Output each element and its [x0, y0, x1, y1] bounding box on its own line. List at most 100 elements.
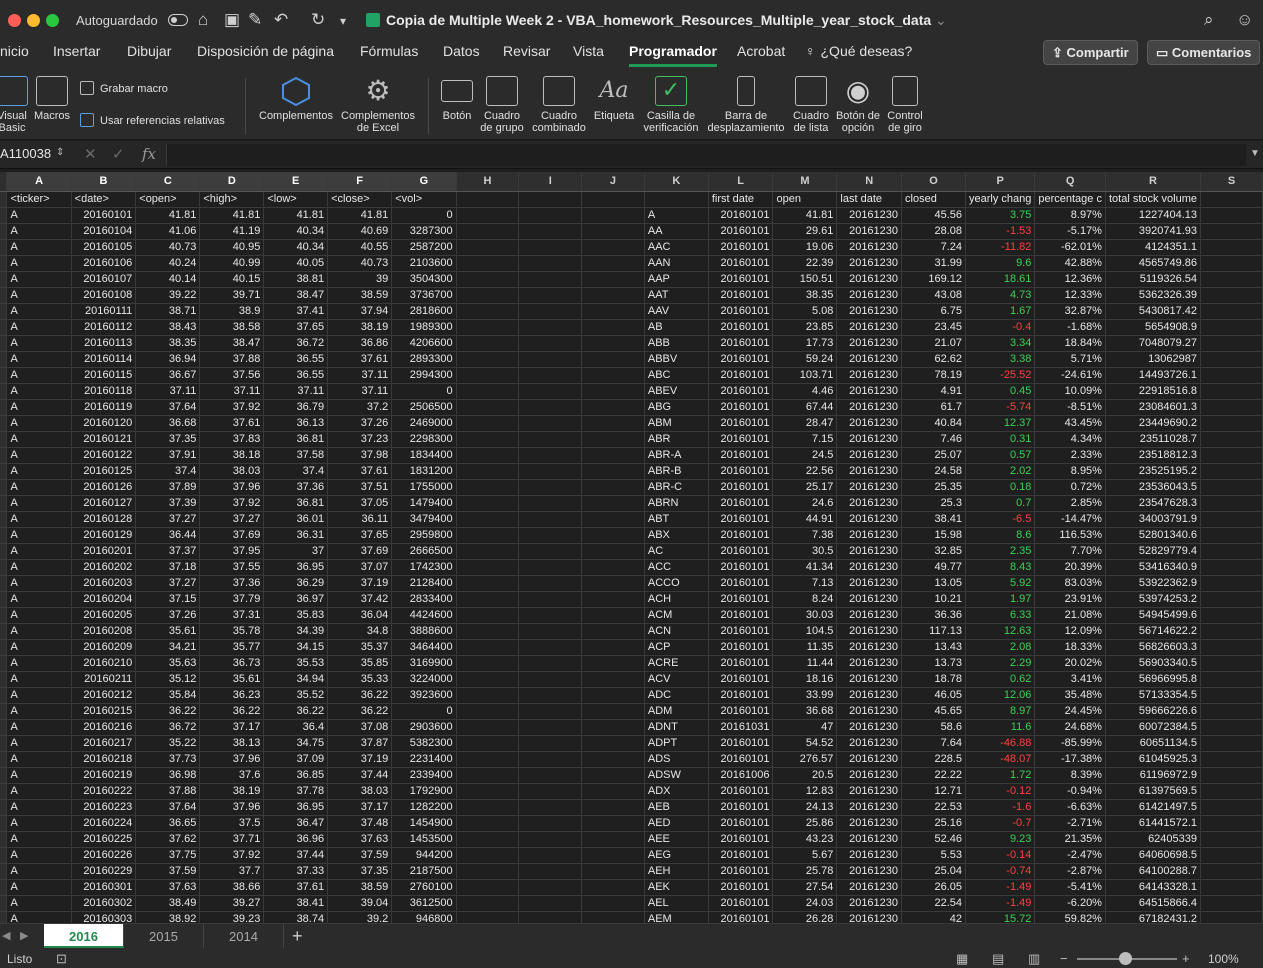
cell[interactable]: AEE: [644, 831, 709, 848]
tab-dibujar[interactable]: Dibujar: [127, 43, 171, 59]
column-header-f[interactable]: F: [327, 172, 393, 192]
cell[interactable]: 20160101: [708, 511, 774, 528]
cell[interactable]: 5382300: [391, 735, 457, 752]
cell[interactable]: 8.43: [965, 559, 1036, 576]
cell[interactable]: [456, 879, 520, 896]
cell[interactable]: [1200, 495, 1263, 512]
cell[interactable]: 24.68%: [1034, 719, 1106, 736]
cell[interactable]: ADS: [644, 751, 709, 768]
cell[interactable]: 28.08: [901, 223, 966, 240]
row-header[interactable]: [0, 607, 8, 624]
cell[interactable]: 0.31: [965, 431, 1036, 448]
cell[interactable]: 26.05: [901, 879, 966, 896]
cell[interactable]: 36.04: [327, 607, 393, 624]
cell[interactable]: 5654908.9: [1105, 319, 1202, 336]
cell[interactable]: 20160101: [708, 223, 774, 240]
cell[interactable]: 33.99: [772, 687, 838, 704]
cell[interactable]: 36.81: [263, 431, 329, 448]
cell[interactable]: 20161230: [836, 479, 903, 496]
cell[interactable]: [456, 575, 520, 592]
cell[interactable]: 37.39: [135, 495, 201, 512]
cell[interactable]: 60072384.5: [1105, 719, 1202, 736]
cell[interactable]: 3224000: [391, 671, 457, 688]
cell[interactable]: 38.58: [199, 319, 265, 336]
cell[interactable]: <vol>: [391, 191, 457, 208]
sheet-tab-2014[interactable]: 2014: [204, 924, 284, 948]
row-header[interactable]: [0, 639, 8, 656]
cell[interactable]: 4.34%: [1034, 431, 1106, 448]
cell[interactable]: 117.13: [901, 623, 966, 640]
row-header[interactable]: [0, 431, 8, 448]
cell[interactable]: 35.78: [199, 623, 265, 640]
cell[interactable]: 56903340.5: [1105, 655, 1202, 672]
cell[interactable]: 4565749.86: [1105, 255, 1202, 272]
cell[interactable]: 41.81: [263, 207, 329, 224]
cell[interactable]: 60651134.5: [1105, 735, 1202, 752]
cell[interactable]: 24.58: [901, 463, 966, 480]
cell[interactable]: 20161230: [836, 751, 903, 768]
cell[interactable]: 37.62: [135, 831, 201, 848]
cell[interactable]: 21.07: [901, 335, 966, 352]
cell[interactable]: [581, 319, 645, 336]
cell[interactable]: 3.38: [965, 351, 1036, 368]
cell[interactable]: 40.69: [327, 223, 393, 240]
cell[interactable]: 61.7: [901, 399, 966, 416]
cell[interactable]: 37.42: [327, 591, 393, 608]
cell[interactable]: [581, 287, 645, 304]
cell[interactable]: 20160229: [71, 863, 137, 880]
cell[interactable]: 39.23: [199, 911, 265, 923]
cell[interactable]: 8.95%: [1034, 463, 1106, 480]
cell[interactable]: 10.09%: [1034, 383, 1106, 400]
cell[interactable]: 36.22: [327, 703, 393, 720]
cell[interactable]: 20161230: [836, 287, 903, 304]
excel-addins-button[interactable]: ⚙ Complementos de Excel: [338, 76, 418, 135]
cell[interactable]: 3504300: [391, 271, 457, 288]
cell[interactable]: 35.22: [135, 735, 201, 752]
cell[interactable]: 41.81: [772, 207, 838, 224]
cell[interactable]: 64143328.1: [1105, 879, 1202, 896]
cell[interactable]: 37.26: [135, 607, 201, 624]
cell[interactable]: 20161230: [836, 495, 903, 512]
cell[interactable]: [1200, 447, 1263, 464]
autosave-toggle[interactable]: [168, 14, 188, 26]
cell[interactable]: 21.35%: [1034, 831, 1106, 848]
cell[interactable]: 46.05: [901, 687, 966, 704]
cell[interactable]: [1200, 351, 1263, 368]
cell[interactable]: [518, 719, 583, 736]
cell[interactable]: 25.35: [901, 479, 966, 496]
cell[interactable]: 64515866.4: [1105, 895, 1202, 912]
row-header[interactable]: [0, 319, 8, 336]
cell[interactable]: 1.72: [965, 767, 1036, 784]
cell[interactable]: 8.97: [965, 703, 1036, 720]
row-header[interactable]: [0, 703, 8, 720]
cell[interactable]: -1.68%: [1034, 319, 1106, 336]
cell[interactable]: ABB: [644, 335, 709, 352]
cell[interactable]: [456, 255, 520, 272]
row-header[interactable]: [0, 447, 8, 464]
cell[interactable]: 2103600: [391, 255, 457, 272]
row-header[interactable]: [0, 847, 8, 864]
cell[interactable]: 36.13: [263, 415, 329, 432]
cell[interactable]: 35.63: [135, 655, 201, 672]
cell[interactable]: [518, 479, 583, 496]
cell[interactable]: A: [6, 351, 72, 368]
cell[interactable]: 20161230: [836, 623, 903, 640]
tell-me-search[interactable]: ♀ ¿Qué deseas?: [805, 43, 912, 59]
row-header[interactable]: [0, 367, 8, 384]
cell[interactable]: 20160111: [71, 303, 137, 320]
tab-insertar[interactable]: Insertar: [53, 43, 100, 59]
cell[interactable]: A: [6, 847, 72, 864]
cell[interactable]: 24.13: [772, 799, 838, 816]
cell[interactable]: 37.63: [327, 831, 393, 848]
cell[interactable]: 39.04: [327, 895, 393, 912]
cell[interactable]: 12.06: [965, 687, 1036, 704]
cell[interactable]: 38.66: [199, 879, 265, 896]
cell[interactable]: 276.57: [772, 751, 838, 768]
cell[interactable]: 37.55: [199, 559, 265, 576]
cell[interactable]: 7.38: [772, 527, 838, 544]
cell[interactable]: A: [6, 255, 72, 272]
cell[interactable]: 35.85: [327, 655, 393, 672]
cell[interactable]: 20160101: [708, 639, 774, 656]
cell[interactable]: -1.53: [965, 223, 1036, 240]
cell[interactable]: -0.94%: [1034, 783, 1106, 800]
